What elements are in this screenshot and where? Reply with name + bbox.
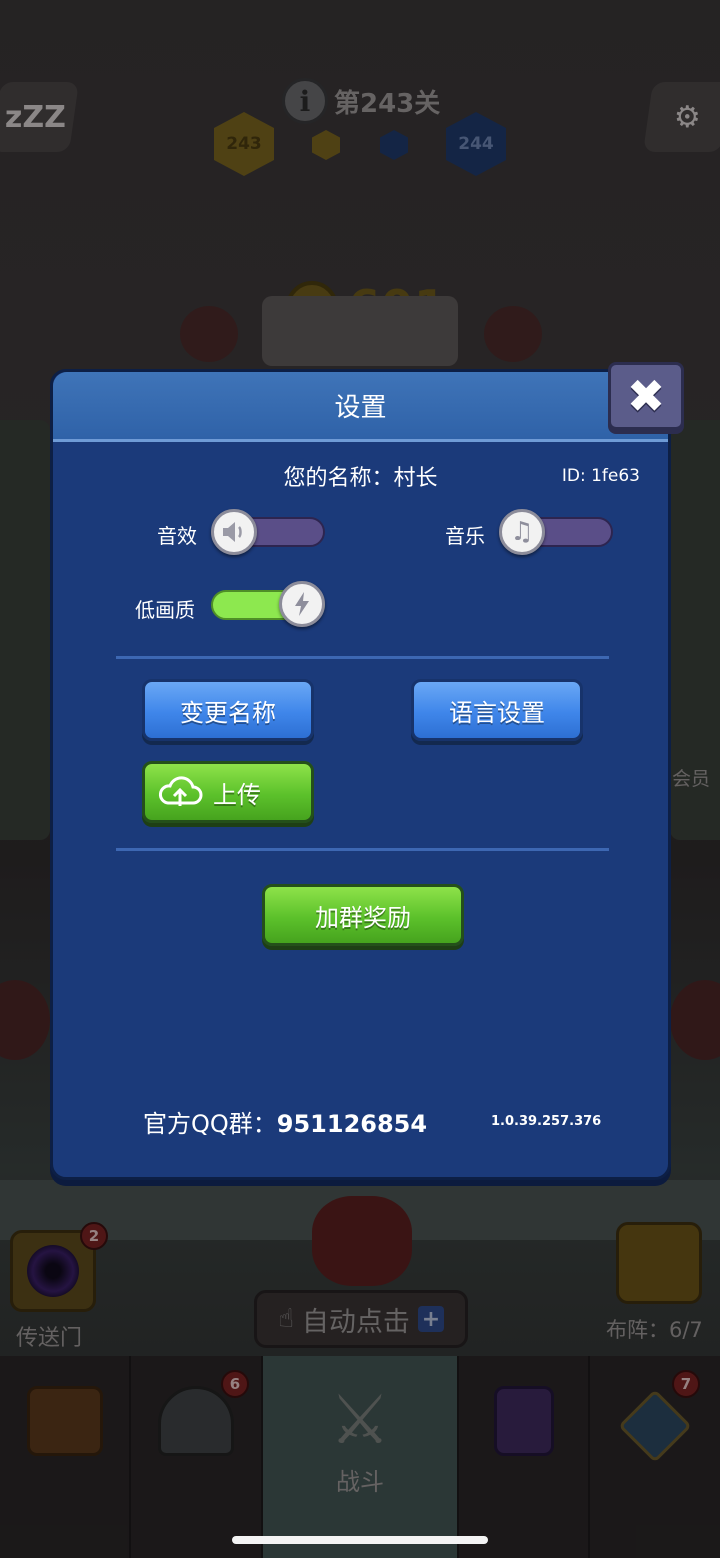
lightning-icon[interactable] (279, 581, 325, 627)
upload-button[interactable]: 上传 (142, 761, 314, 823)
cloud-upload-icon (159, 776, 203, 806)
upload-label: 上传 (213, 780, 261, 809)
qq-group: 官方QQ群：951126854 (143, 1104, 427, 1139)
settings-dialog: 设置 ✖ 您的名称：村长 ID: 1fe63 音效 音乐 ♫ 低画质 变更名称 … (50, 362, 684, 1180)
player-id: ID: 1fe63 (561, 466, 640, 486)
music-label: 音乐 (445, 524, 485, 548)
qq-number[interactable]: 951126854 (277, 1110, 427, 1138)
version-number: 1.0.39.257.376 (491, 1114, 602, 1129)
low-quality-label: 低画质 (135, 598, 195, 622)
qq-label: 官方QQ群： (143, 1110, 277, 1138)
join-group-button[interactable]: 加群奖励 (262, 884, 464, 946)
music-note-icon[interactable]: ♫ (499, 509, 545, 555)
close-button[interactable]: ✖ (608, 362, 684, 430)
language-settings-button[interactable]: 语言设置 (411, 679, 583, 741)
rename-button[interactable]: 变更名称 (142, 679, 314, 741)
divider-top (116, 656, 609, 659)
dialog-header: 设置 (53, 372, 668, 442)
divider-bottom (116, 848, 609, 851)
dialog-title: 设置 (334, 393, 387, 423)
sound-label: 音效 (157, 524, 197, 548)
close-icon: ✖ (626, 369, 666, 423)
home-indicator[interactable] (232, 1536, 488, 1544)
speaker-icon[interactable] (211, 509, 257, 555)
